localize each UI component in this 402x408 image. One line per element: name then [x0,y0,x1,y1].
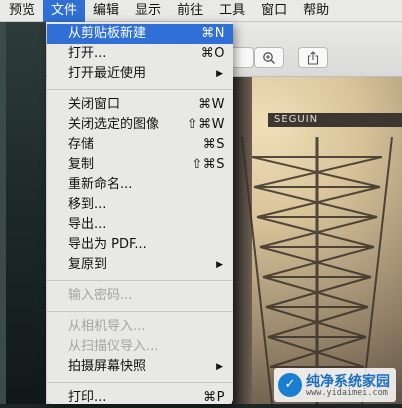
menu-item-take-screenshot[interactable]: 拍摄屏幕快照 ▶ [47,357,233,377]
menu-item-enter-password: 输入密码... [47,286,233,306]
menu-window[interactable]: 窗口 [253,0,295,22]
desktop-edge [0,22,6,404]
submenu-arrow-icon: ▶ [216,362,223,372]
watermark-url: www.yidaimei.com [306,388,388,398]
menu-help[interactable]: 帮助 [295,0,337,22]
menu-item-shortcut: ⇧⌘S [191,157,225,172]
file-menu-dropdown: 从剪贴板新建 ⌘N 打开... ⌘O 打开最近使用 ▶ 关闭窗口 ⌘W 关闭选定… [47,22,233,405]
menu-item-label: 从剪贴板新建 [68,26,147,41]
menu-item-label: 从相机导入... [68,319,146,334]
menu-separator [47,311,233,312]
menu-item-shortcut: ⌘O [200,46,225,61]
menu-item-label: 从扫描仪导入... [68,339,159,354]
share-icon [307,50,319,65]
menu-separator [47,280,233,281]
menu-item-label: 打开... [68,46,107,61]
menu-item-shortcut: ⌘S [202,137,225,152]
menu-item-label: 打印... [68,390,107,405]
menu-item-label: 复原到 [68,257,108,272]
menu-go[interactable]: 前往 [169,0,211,22]
menu-item-import-from-camera: 从相机导入... [47,317,233,337]
menu-item-label: 关闭选定的图像 [68,117,160,132]
share-button[interactable] [298,47,328,68]
menu-item-shortcut: ⌘P [203,390,225,405]
tower-lattice [241,136,393,404]
menu-item-rename[interactable]: 重新命名... [47,175,233,195]
menu-item-print[interactable]: 打印... ⌘P [47,388,233,408]
menu-item-close-selected-image[interactable]: 关闭选定的图像 ⇧⌘W [47,115,233,135]
menu-file[interactable]: 文件 [43,0,86,22]
menu-item-label: 存储 [68,137,95,152]
menu-item-new-from-clipboard[interactable]: 从剪贴板新建 ⌘N [47,24,233,44]
menu-separator [47,382,233,383]
menu-item-label: 导出为 PDF... [68,237,147,252]
menu-separator [47,89,233,90]
menu-item-label: 输入密码... [68,288,133,303]
zoom-in-button[interactable] [254,47,284,68]
menu-item-shortcut: ⌘N [201,26,225,41]
menu-item-label: 关闭窗口 [68,97,121,112]
desktop-background [0,22,46,404]
menu-preview[interactable]: 预览 [0,0,43,22]
menu-item-open-recent[interactable]: 打开最近使用 ▶ [47,64,233,84]
submenu-arrow-icon: ▶ [216,260,223,270]
menu-item-close-window[interactable]: 关闭窗口 ⌘W [47,95,233,115]
submenu-arrow-icon: ▶ [216,69,223,79]
menu-item-label: 打开最近使用 [68,66,147,81]
menu-item-label: 导出... [68,217,107,232]
zoom-in-icon [263,51,275,64]
menu-item-label: 拍摄屏幕快照 [68,359,147,374]
menu-item-revert-to[interactable]: 复原到 ▶ [47,255,233,275]
menu-bar: 预览 文件 编辑 显示 前往 工具 窗口 帮助 [0,0,402,22]
menu-edit[interactable]: 编辑 [85,0,127,22]
menu-item-import-from-scanner: 从扫描仪导入... [47,337,233,357]
menu-view[interactable]: 显示 [127,0,169,22]
watermark-logo-icon: ✓ [278,373,302,397]
menu-item-label: 移到... [68,197,107,212]
watermark: ✓ 纯净系统家园 www.yidaimei.com [274,368,396,402]
photo-eiffel-tower: SEGUIN [232,77,402,404]
menu-item-export[interactable]: 导出... [47,215,233,235]
menu-tools[interactable]: 工具 [211,0,253,22]
menu-item-move-to[interactable]: 移到... [47,195,233,215]
menu-item-save[interactable]: 存储 ⌘S [47,135,233,155]
menu-item-duplicate[interactable]: 复制 ⇧⌘S [47,155,233,175]
menu-item-label: 复制 [68,157,95,172]
menu-item-shortcut: ⌘W [198,97,225,112]
menu-item-label: 重新命名... [68,177,133,192]
menu-item-shortcut: ⇧⌘W [186,117,225,132]
menu-item-open[interactable]: 打开... ⌘O [47,44,233,64]
menu-item-export-pdf[interactable]: 导出为 PDF... [47,235,233,255]
